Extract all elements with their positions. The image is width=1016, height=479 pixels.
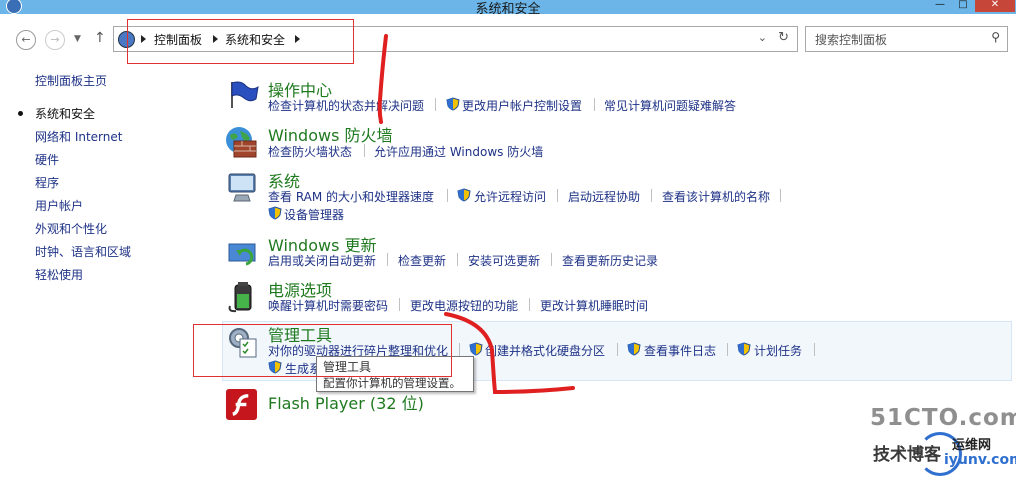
watermark-yunwei: 运维网 [952,438,992,453]
watermark-51cto: 51CTO.com [870,405,1016,431]
annotation-stroke-vertical [377,34,388,124]
watermark-tech-blog: 技术博客 [873,445,941,465]
annotation-stroke-curve [444,312,575,395]
annotation-strokes [377,34,575,395]
watermark-iyunv: iyunv.com [944,452,1016,468]
